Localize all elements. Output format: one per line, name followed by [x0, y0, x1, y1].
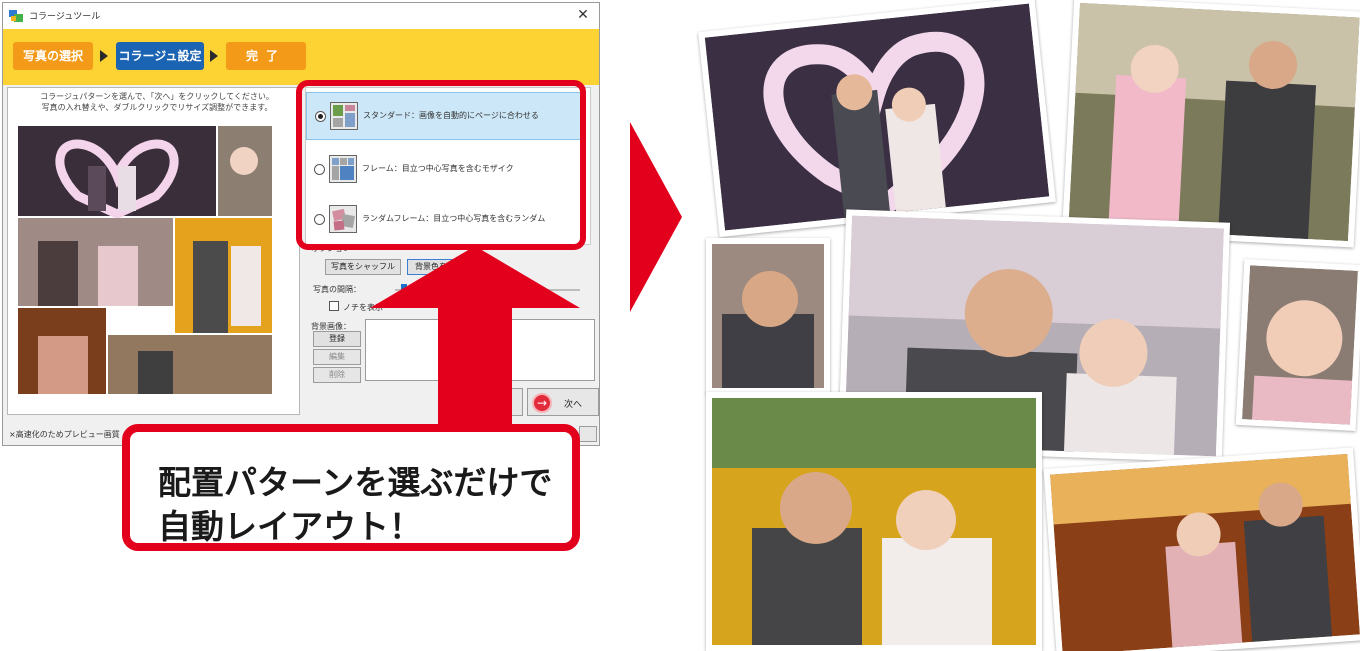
add-background-button[interactable]: 登録: [313, 331, 361, 347]
collage-preview-image[interactable]: [18, 126, 272, 394]
collage-photo: [1044, 447, 1360, 651]
collage-photo: [1236, 259, 1360, 431]
delete-background-button[interactable]: 削除: [313, 367, 361, 383]
up-arrow-icon: [370, 246, 580, 434]
step-done: 完了: [226, 42, 306, 70]
step-arrow-icon: [100, 50, 108, 62]
pattern-highlight-frame: [296, 80, 586, 250]
spacing-label: 写真の間隔：: [313, 284, 361, 295]
window-title: コラージュツール: [29, 9, 100, 22]
step-arrow-icon: [210, 50, 218, 62]
edit-background-button[interactable]: 編集: [313, 349, 361, 365]
close-icon[interactable]: ✕: [573, 6, 593, 24]
collage-photo: [706, 392, 1042, 651]
step-bar: 写真の選択 コラージュ設定 完了: [3, 29, 599, 85]
chevron-right-icon: [630, 122, 682, 312]
app-icon: [9, 10, 23, 22]
callout-line-1: 配置パターンを選ぶだけで: [158, 456, 552, 504]
instruction-text: コラージュパターンを選んで、「次へ」をクリックしてください。 写真の入れ替えや、…: [17, 91, 297, 113]
step-photo-select: 写真の選択: [13, 42, 93, 70]
step-collage-settings: コラージュ設定: [116, 42, 204, 70]
status-text: ×高速化のためプレビュー画質: [9, 429, 120, 440]
status-bar-button[interactable]: [579, 426, 597, 442]
callout-line-2: 自動レイアウト！: [158, 500, 422, 548]
notch-checkbox[interactable]: [329, 301, 339, 311]
collage-result: [706, 0, 1360, 651]
collage-photo: [1062, 0, 1360, 247]
collage-photo: [698, 0, 1056, 237]
title-bar: コラージュツール ✕: [3, 3, 599, 29]
callout-box: 配置パターンを選ぶだけで 自動レイアウト！: [122, 424, 580, 551]
collage-photo: [706, 238, 830, 394]
